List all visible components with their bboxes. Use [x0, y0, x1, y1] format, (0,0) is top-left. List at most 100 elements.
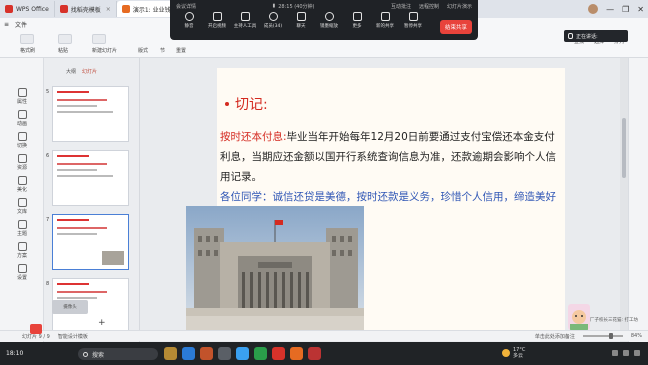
wps-icon[interactable]: [272, 347, 285, 360]
slide-thumbnail[interactable]: 7: [46, 214, 129, 270]
slide-title-text: 切记:: [235, 97, 268, 113]
scrollbar-thumb[interactable]: [622, 118, 626, 178]
right-tool-panel: [628, 58, 648, 342]
minimize-icon[interactable]: —: [606, 5, 614, 14]
browser-icon[interactable]: [182, 347, 195, 360]
more-button[interactable]: 更多: [344, 12, 370, 29]
paste-icon: [58, 34, 72, 44]
camera-label: 摄像头: [63, 305, 77, 310]
layout-label[interactable]: 版式: [138, 47, 148, 54]
smart-design-button[interactable]: 智能设计模板: [58, 333, 88, 340]
restore-icon[interactable]: ❐: [622, 5, 629, 14]
zoom-slider[interactable]: [582, 333, 623, 339]
window-controls: — ❐ ✕: [588, 4, 644, 14]
paste-button[interactable]: [58, 34, 72, 44]
chat-icon: [296, 12, 306, 21]
zoom-level[interactable]: 84%: [631, 333, 642, 339]
format-painter-group[interactable]: [20, 34, 34, 44]
chat-button[interactable]: 聊天: [288, 12, 314, 29]
video-button[interactable]: 开启视频: [204, 12, 230, 29]
wechat-icon[interactable]: [254, 347, 267, 360]
meeting-header: 会议详情 ▮ 28:15 (40分钟) 互动批注 远程控制 幻灯片演示: [170, 0, 478, 12]
slide-number: 8: [46, 281, 50, 287]
repayment-paragraph: 按时还本付息:毕业当年开始每年12月20日前要通过支付宝偿还本金支付利息，当期应…: [220, 127, 560, 187]
bank-building-image: [186, 206, 364, 330]
host-tools-button[interactable]: 主持人工具: [232, 12, 258, 29]
volume-icon[interactable]: [623, 350, 629, 356]
slides-tab[interactable]: 幻灯片: [82, 68, 97, 75]
sidebar-item-settings[interactable]: 设置: [8, 264, 36, 281]
edge-icon[interactable]: [236, 347, 249, 360]
camera-preview[interactable]: 摄像头: [52, 300, 88, 314]
sidebar-item-beautify[interactable]: 美化: [8, 176, 36, 193]
tool-label: 聊天: [296, 24, 306, 29]
sidebar-label: 文库: [16, 209, 27, 215]
meeting-details-link[interactable]: 会议详情: [176, 3, 196, 10]
mute-button[interactable]: 静音: [176, 12, 202, 29]
sidebar-item-theme[interactable]: 主题: [8, 220, 36, 237]
cartoon-caption: 厂子校长三花猫: 打工坊: [590, 318, 638, 323]
cartoon-cat-icon: [568, 304, 590, 330]
file-explorer-icon[interactable]: [164, 347, 177, 360]
more-icon: [352, 12, 362, 21]
new-slide-icon: [92, 34, 106, 44]
clipboard-icon: [20, 34, 34, 44]
thumbnail-header: 大纲 幻灯片: [66, 68, 97, 75]
meeting-timer: ▮ 28:15 (40分钟): [272, 3, 314, 10]
tool-label: 成员(34): [263, 24, 283, 29]
vertical-scrollbar[interactable]: [620, 58, 628, 342]
meeting-badge-icon[interactable]: [30, 324, 42, 334]
sidebar-item-properties[interactable]: 属性: [8, 88, 36, 105]
sidebar-item-scheme[interactable]: 方案: [8, 242, 36, 259]
meeting-app-icon[interactable]: [290, 347, 303, 360]
slide-thumbnail[interactable]: 5: [46, 86, 129, 142]
library-icon: [17, 198, 27, 207]
paste-label: 粘贴: [58, 48, 69, 54]
sidebar-item-resources[interactable]: 资源: [8, 154, 36, 171]
slideshow-button[interactable]: 幻灯片演示: [447, 3, 472, 10]
add-slide-button[interactable]: +: [98, 318, 106, 328]
cartoon-cat-image: [568, 304, 590, 330]
sidebar-label: 方案: [16, 253, 27, 259]
sidebar-item-library[interactable]: 文库: [8, 198, 36, 215]
annotation-button[interactable]: 互动批注: [391, 3, 411, 10]
close-window-icon[interactable]: ✕: [637, 5, 644, 14]
new-share-button[interactable]: 新的共享: [372, 12, 398, 29]
reset-label[interactable]: 重置: [176, 47, 186, 54]
members-button[interactable]: 成员(34): [260, 12, 286, 29]
slide-thumbnail[interactable]: 6: [46, 150, 129, 206]
wps-logo-icon: [5, 5, 13, 13]
weather-widget[interactable]: 17°C 多云: [502, 347, 525, 359]
new-slide-button[interactable]: [92, 34, 106, 44]
outline-tab[interactable]: 大纲: [66, 68, 76, 75]
weather-desc: 多云: [513, 353, 524, 359]
tab-label: WPS Office: [16, 5, 49, 13]
sidebar-item-transition[interactable]: 切换: [8, 132, 36, 149]
menu-file[interactable]: 文件: [15, 20, 27, 29]
zoom-button[interactable]: 镜墨缩放: [316, 12, 342, 29]
notes-toggle[interactable]: 单击此处添加备注: [535, 333, 575, 340]
tab-label: 找稻壳模板: [70, 6, 101, 14]
section-label[interactable]: 节: [160, 47, 165, 54]
sidebar-item-animation[interactable]: 动画: [8, 110, 36, 127]
battery-icon[interactable]: [634, 350, 640, 356]
end-share-button[interactable]: 结束共享: [439, 20, 472, 34]
avatar[interactable]: [588, 4, 599, 14]
tool-label: 暂停共享: [404, 24, 422, 29]
pause-share-button[interactable]: 暂停共享: [400, 12, 426, 29]
app-icon[interactable]: [200, 347, 213, 360]
taskbar-search[interactable]: 搜索: [78, 348, 158, 360]
menu-icon[interactable]: ≡: [4, 21, 9, 28]
network-icon[interactable]: [612, 350, 618, 356]
tab-wps-office[interactable]: WPS Office: [0, 1, 55, 17]
tool-label: 新的共享: [376, 24, 394, 29]
app-icon[interactable]: [308, 347, 321, 360]
tab-templates[interactable]: 找稻壳模板 ×: [55, 1, 117, 17]
left-tool-sidebar: 属性 动画 切换 资源 美化 文库 主题 方案 设置: [0, 58, 44, 342]
settings-icon[interactable]: [218, 347, 231, 360]
sidebar-label: 资源: [16, 165, 27, 171]
close-icon[interactable]: ×: [106, 6, 111, 13]
status-bar: 幻灯片 9 / 9 智能设计模板 单击此处添加备注 84%: [0, 330, 648, 341]
remote-control-button[interactable]: 远程控制: [419, 3, 439, 10]
pause-icon: [408, 12, 418, 21]
